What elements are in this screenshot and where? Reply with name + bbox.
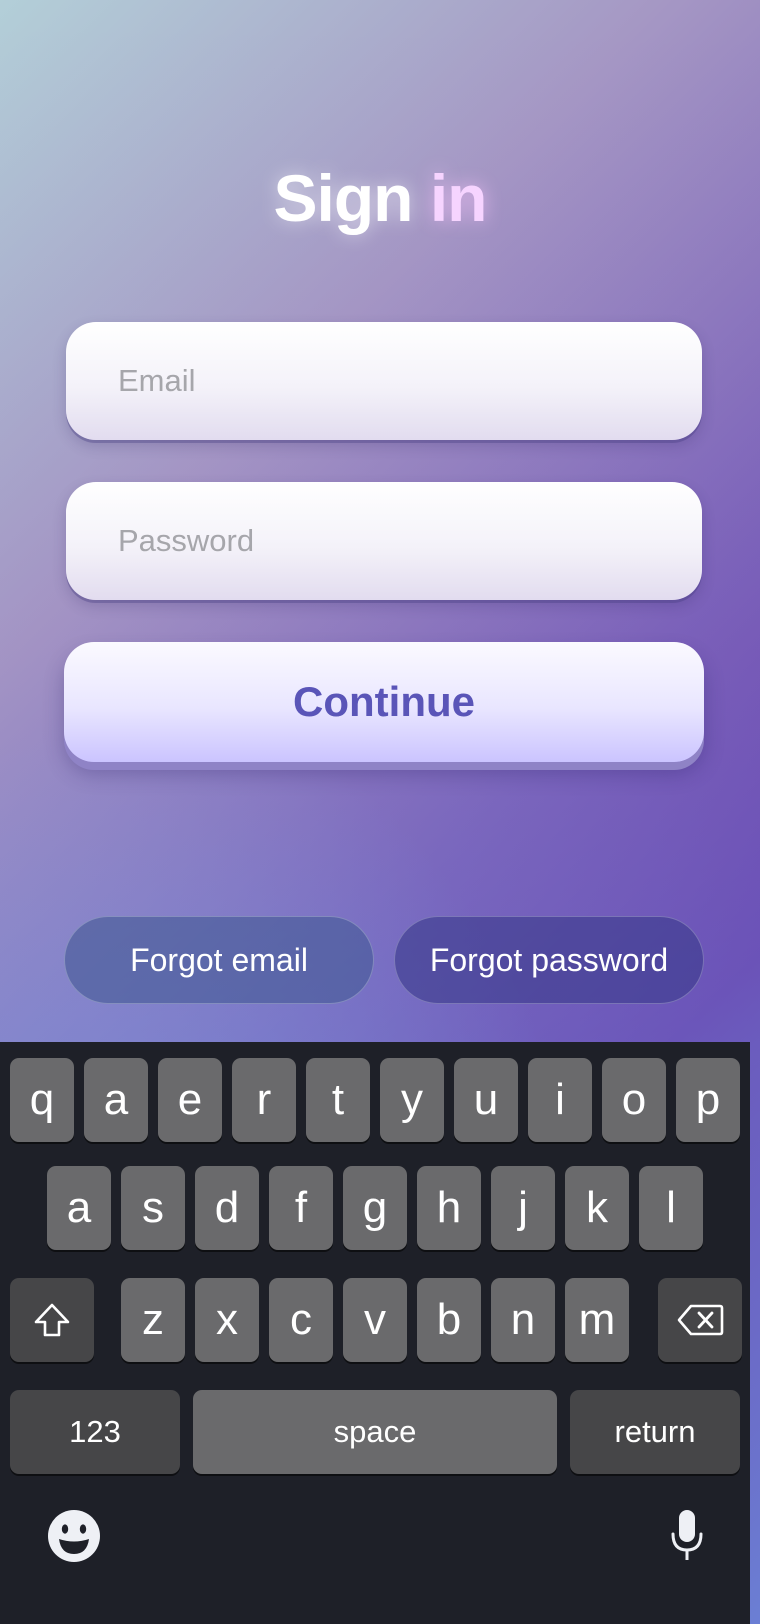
key-c[interactable]: c	[269, 1278, 333, 1362]
key-n[interactable]: n	[491, 1278, 555, 1362]
key-a-row1[interactable]: a	[84, 1058, 148, 1142]
key-o[interactable]: o	[602, 1058, 666, 1142]
shift-key[interactable]	[10, 1278, 94, 1362]
key-g[interactable]: g	[343, 1166, 407, 1250]
key-h[interactable]: h	[417, 1166, 481, 1250]
shift-icon	[32, 1301, 72, 1339]
key-q[interactable]: q	[10, 1058, 74, 1142]
key-a[interactable]: a	[47, 1166, 111, 1250]
key-u[interactable]: u	[454, 1058, 518, 1142]
backspace-icon	[676, 1303, 724, 1337]
key-k[interactable]: k	[565, 1166, 629, 1250]
key-v[interactable]: v	[343, 1278, 407, 1362]
backspace-key[interactable]	[658, 1278, 742, 1362]
continue-button[interactable]: Continue	[64, 642, 704, 762]
key-m[interactable]: m	[565, 1278, 629, 1362]
numbers-key[interactable]: 123	[10, 1390, 180, 1474]
forgot-password-button[interactable]: Forgot password	[394, 916, 704, 1004]
key-e[interactable]: e	[158, 1058, 222, 1142]
key-d[interactable]: d	[195, 1166, 259, 1250]
password-field-container	[66, 482, 702, 600]
space-key[interactable]: space	[193, 1390, 557, 1474]
email-field-container	[66, 322, 702, 440]
onscreen-keyboard: q a e r t y u i o p a s d f g h j k l z …	[0, 1042, 750, 1624]
page-title: Sign in	[0, 160, 760, 236]
forgot-email-button[interactable]: Forgot email	[64, 916, 374, 1004]
key-y[interactable]: y	[380, 1058, 444, 1142]
key-l[interactable]: l	[639, 1166, 703, 1250]
key-p[interactable]: p	[676, 1058, 740, 1142]
key-t[interactable]: t	[306, 1058, 370, 1142]
key-z[interactable]: z	[121, 1278, 185, 1362]
email-field[interactable]	[66, 322, 702, 440]
key-r[interactable]: r	[232, 1058, 296, 1142]
key-f[interactable]: f	[269, 1166, 333, 1250]
key-s[interactable]: s	[121, 1166, 185, 1250]
emoji-icon[interactable]	[46, 1508, 102, 1569]
title-accent: in	[429, 161, 488, 235]
key-j[interactable]: j	[491, 1166, 555, 1250]
key-x[interactable]: x	[195, 1278, 259, 1362]
return-key[interactable]: return	[570, 1390, 740, 1474]
title-main: Sign	[273, 161, 414, 235]
key-b[interactable]: b	[417, 1278, 481, 1362]
microphone-icon[interactable]	[670, 1508, 704, 1569]
password-field[interactable]	[66, 482, 702, 600]
key-i[interactable]: i	[528, 1058, 592, 1142]
